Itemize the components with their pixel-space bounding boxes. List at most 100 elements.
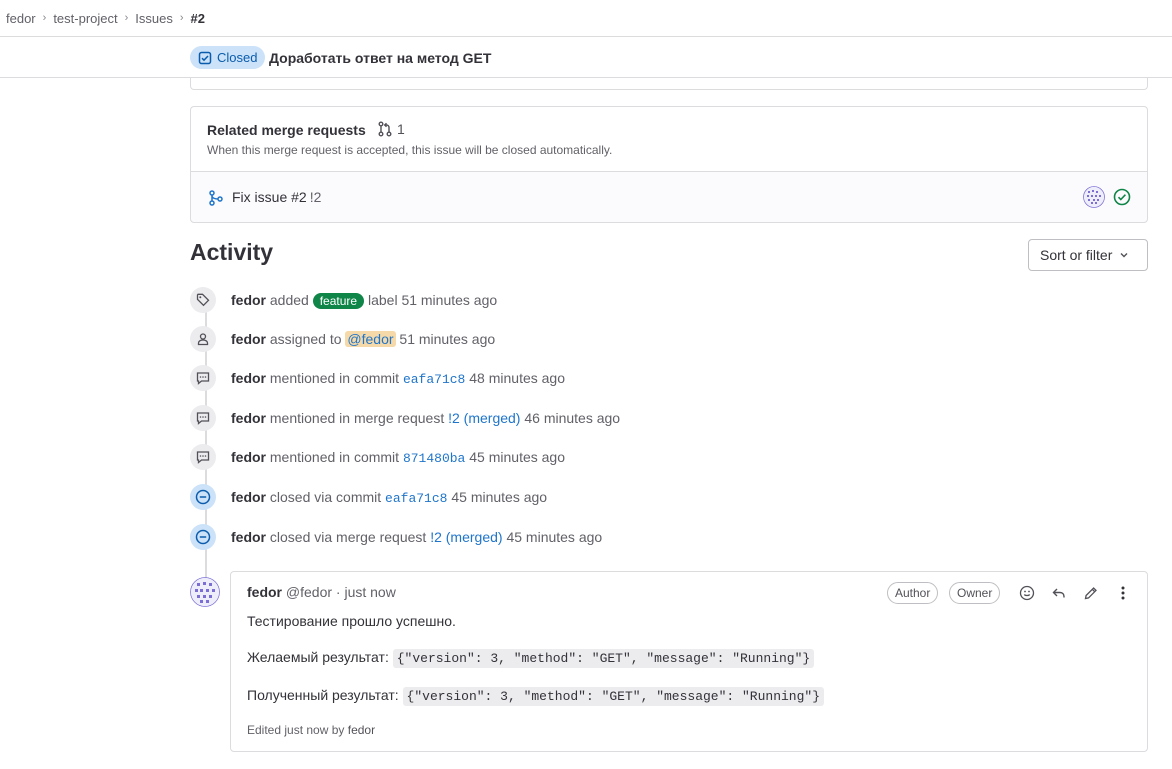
commit-link[interactable]: eafa71c8 — [403, 372, 465, 387]
actual-code: {"version": 3, "method": "GET", "message… — [402, 687, 825, 706]
related-mr-link[interactable]: Fix issue #2 !2 — [232, 189, 321, 205]
related-mr-item[interactable]: Fix issue #2 !2 — [191, 172, 1147, 223]
event-action: assigned to — [269, 331, 342, 347]
related-mr-count: 1 — [377, 121, 405, 137]
comment-body-expected: Желаемый результат: {"version": 3, "meth… — [247, 649, 815, 668]
event-author[interactable]: fedor — [231, 370, 266, 386]
sort-or-filter-label: Sort or filter — [1040, 247, 1113, 263]
closed-icon — [190, 484, 216, 510]
timeline-event-text: fedor mentioned in commit eafa71c8 48 mi… — [231, 370, 565, 387]
issue-closed-icon — [198, 51, 212, 64]
breadcrumb-item-issues[interactable]: Issues — [135, 11, 173, 26]
timeline-event-text: fedor mentioned in commit 871480ba 45 mi… — [231, 449, 565, 466]
timeline-event: fedor closed via merge request !2 (merge… — [190, 524, 1090, 550]
breadcrumb-item-project[interactable]: test-project — [53, 11, 117, 26]
expected-label: Желаемый результат: — [247, 649, 389, 665]
event-author[interactable]: fedor — [231, 489, 266, 505]
closed-icon — [190, 524, 216, 550]
edited-prefix: Edited just now by — [247, 723, 345, 737]
event-action: added — [269, 291, 309, 308]
timeline-event: fedor mentioned in commit eafa71c8 48 mi… — [190, 365, 1090, 391]
comment-author[interactable]: fedor — [247, 584, 282, 600]
smiley-icon — [1019, 585, 1035, 601]
avatar[interactable] — [1083, 186, 1105, 208]
add-reaction-button[interactable] — [1017, 583, 1037, 603]
pencil-icon — [1084, 587, 1097, 600]
breadcrumb-item-current[interactable]: #2 — [191, 11, 205, 26]
timeline-event-text: fedor closed via merge request !2 (merge… — [231, 529, 602, 545]
event-action: mentioned in commit — [269, 448, 400, 465]
reply-button[interactable] — [1049, 583, 1069, 603]
comment-header: fedor @fedor · just now — [247, 584, 396, 600]
user-icon — [190, 326, 216, 352]
comment-note: fedor @fedor · just now Author Owner Тес… — [230, 571, 1148, 752]
chevron-right-icon: › — [124, 12, 129, 24]
expected-code: {"version": 3, "method": "GET", "message… — [392, 649, 815, 668]
breadcrumb: fedor › test-project › Issues › #2 — [0, 0, 1172, 37]
event-author[interactable]: fedor — [231, 410, 266, 426]
related-mr-title: Related merge requests — [207, 122, 366, 138]
timeline-event: fedor mentioned in commit 871480ba 45 mi… — [190, 444, 1090, 470]
user-mention[interactable]: @fedor — [345, 331, 396, 347]
reply-icon — [1052, 588, 1065, 598]
status-badge: Closed — [190, 46, 266, 69]
timeline-event: fedor added feature label 51 minutes ago — [190, 287, 1090, 313]
event-author[interactable]: fedor — [231, 292, 266, 308]
commit-link[interactable]: eafa71c8 — [385, 491, 447, 506]
pipeline-success-icon[interactable] — [1113, 188, 1131, 206]
timeline-event: fedor assigned to @fedor 51 minutes ago — [190, 326, 1090, 352]
merge-branch-icon — [209, 190, 223, 206]
activity-title: Activity — [190, 239, 274, 265]
event-time: 45 minutes ago — [469, 448, 565, 465]
label-badge-feature[interactable]: feature — [312, 292, 365, 309]
comment-body-actual: Полученный результат: {"version": 3, "me… — [247, 687, 825, 706]
event-action: mentioned in commit — [269, 369, 400, 386]
actual-label: Полученный результат: — [247, 687, 399, 703]
commit-link[interactable]: 871480ba — [403, 451, 465, 466]
event-action: closed via commit — [269, 488, 382, 505]
edited-note: Edited just now by fedor — [247, 723, 375, 737]
comment-icon — [190, 444, 216, 470]
related-mr-header: Related merge requests 1 When this merge… — [191, 107, 1147, 172]
event-author[interactable]: fedor — [231, 449, 266, 465]
comment-icon — [190, 405, 216, 431]
breadcrumb-item-user[interactable]: fedor — [6, 11, 36, 26]
event-author[interactable]: fedor — [231, 331, 266, 347]
related-mr-subtitle: When this merge request is accepted, thi… — [207, 143, 613, 157]
issue-title: Доработать ответ на метод GET — [269, 50, 492, 66]
merge-request-link[interactable]: !2 (merged) — [448, 410, 520, 426]
timeline-event: fedor mentioned in merge request !2 (mer… — [190, 405, 1090, 431]
chevron-right-icon: › — [42, 12, 47, 24]
kebab-menu-icon — [1121, 586, 1125, 600]
comment-time[interactable]: · just now — [336, 584, 396, 600]
event-time: label 51 minutes ago — [367, 291, 498, 308]
merge-request-icon — [378, 121, 392, 137]
timeline-event-text: fedor assigned to @fedor 51 minutes ago — [231, 331, 495, 347]
comment-icon — [190, 365, 216, 391]
status-label: Closed — [217, 50, 258, 65]
sort-or-filter-button[interactable]: Sort or filter — [1028, 239, 1148, 271]
timeline-event-text: fedor closed via commit eafa71c8 45 minu… — [231, 489, 547, 506]
edit-comment-button[interactable] — [1081, 583, 1101, 603]
related-merge-requests-card: Related merge requests 1 When this merge… — [190, 106, 1148, 223]
issue-sticky-header: Closed Доработать ответ на метод GET — [0, 38, 1172, 78]
event-author[interactable]: fedor — [231, 529, 266, 545]
event-time: 48 minutes ago — [469, 369, 565, 386]
label-icon — [190, 287, 216, 313]
timeline-event: fedor closed via commit eafa71c8 45 minu… — [190, 484, 1090, 510]
timeline-event-text: fedor added feature label 51 minutes ago — [231, 292, 497, 309]
comment-author-handle[interactable]: @fedor — [286, 584, 332, 600]
avatar[interactable] — [190, 577, 220, 607]
merge-request-link[interactable]: !2 (merged) — [430, 529, 502, 545]
previous-card-edge — [190, 78, 1148, 90]
event-time: 45 minutes ago — [451, 488, 548, 505]
event-time: 46 minutes ago — [524, 410, 621, 426]
timeline-event-text: fedor mentioned in merge request !2 (mer… — [231, 410, 620, 426]
related-mr-item-title[interactable]: Fix issue #2 — [232, 189, 307, 205]
edited-by-link[interactable]: fedor — [348, 723, 375, 737]
author-badge: Author — [887, 582, 939, 604]
related-mr-count-value: 1 — [397, 121, 405, 137]
owner-badge: Owner — [949, 582, 1001, 604]
more-actions-button[interactable] — [1113, 583, 1133, 603]
chevron-right-icon: › — [179, 12, 184, 24]
